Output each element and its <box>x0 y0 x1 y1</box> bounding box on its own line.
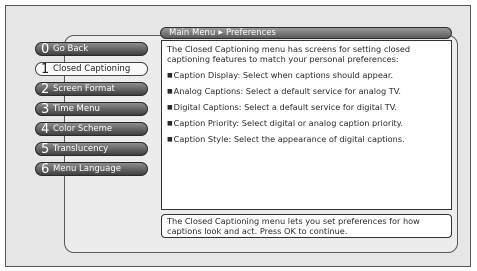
bullet-icon: ■ <box>167 88 173 95</box>
menu-item-color-scheme[interactable]: 4 Color Scheme <box>35 122 148 136</box>
description-bullet: ■Caption Display: Select when captions s… <box>167 70 446 81</box>
bullet-icon: ■ <box>167 104 173 111</box>
bullet-icon: ■ <box>167 72 173 79</box>
description-bullet: ■Caption Style: Select the appearance of… <box>167 134 446 145</box>
bullet-text: Analog Captions: Select a default servic… <box>173 86 401 96</box>
bullet-icon: ■ <box>167 136 173 143</box>
menu-number: 3 <box>41 102 50 117</box>
menu-item-label: Time Menu <box>53 104 100 114</box>
bullet-text: Digital Captions: Select a default servi… <box>173 102 397 112</box>
menu-item-label: Screen Format <box>53 84 115 94</box>
bullet-text: Caption Priority: Select digital or anal… <box>173 118 403 128</box>
description-box: The Closed Captioning menu has screens f… <box>161 40 452 210</box>
menu-number: 1 <box>41 62 50 77</box>
breadcrumb: Main Menu ▶ Preferences <box>160 27 452 39</box>
description-bullet: ■Caption Priority: Select digital or ana… <box>167 118 446 129</box>
menu-number: 6 <box>41 162 50 177</box>
breadcrumb-root: Main Menu <box>169 28 216 38</box>
bullet-text: Caption Display: Select when captions sh… <box>173 70 394 80</box>
bullet-text: Caption Style: Select the appearance of … <box>173 134 405 144</box>
menu-item-label: Color Scheme <box>53 124 113 134</box>
menu-number: 0 <box>41 42 50 57</box>
menu-number: 4 <box>41 122 50 137</box>
menu-number: 5 <box>41 142 50 157</box>
help-text: The Closed Captioning menu lets you set … <box>161 214 452 238</box>
menu-item-translucency[interactable]: 5 Translucency <box>35 142 148 156</box>
menu-item-screen-format[interactable]: 2 Screen Format <box>35 82 148 96</box>
bullet-icon: ■ <box>167 120 173 127</box>
menu-item-closed-captioning[interactable]: 1 Closed Captioning <box>35 62 148 76</box>
description-bullet: ■Analog Captions: Select a default servi… <box>167 86 446 97</box>
breadcrumb-current: Preferences <box>225 28 276 38</box>
menu-number: 2 <box>41 82 50 97</box>
menu-item-label: Closed Captioning <box>53 64 131 74</box>
breadcrumb-separator-icon: ▶ <box>218 29 223 36</box>
menu-item-label: Menu Language <box>53 164 121 174</box>
menu-item-menu-language[interactable]: 6 Menu Language <box>35 162 148 176</box>
menu-item-time-menu[interactable]: 3 Time Menu <box>35 102 148 116</box>
description-bullet: ■Digital Captions: Select a default serv… <box>167 102 446 113</box>
menu-item-label: Go Back <box>53 44 89 54</box>
menu-item-go-back[interactable]: 0 Go Back <box>35 42 148 56</box>
menu-item-label: Translucency <box>53 144 109 154</box>
description-intro: The Closed Captioning menu has screens f… <box>167 44 411 64</box>
